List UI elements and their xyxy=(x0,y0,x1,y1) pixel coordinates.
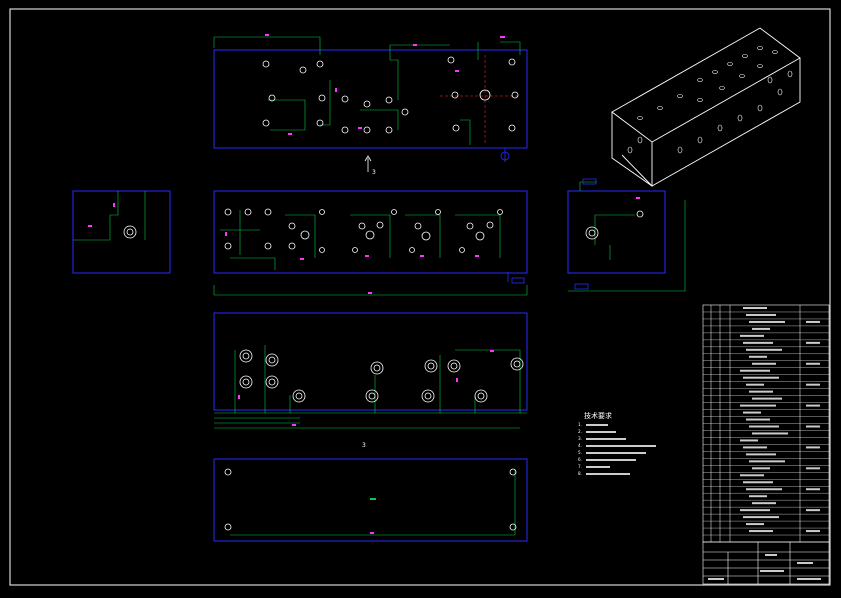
drawing-canvas: 3 3 技术要求 1. 2. 3. 4. 5. 6. 7. 8. xyxy=(9,8,831,586)
view-marker-bottom: 3 xyxy=(362,442,366,449)
parts-table-illegible-cell xyxy=(806,425,820,428)
view-marker-top: 3 xyxy=(372,169,376,176)
parts-table-illegible-cell xyxy=(746,523,764,526)
parts-table-illegible-cell xyxy=(740,509,770,512)
parts-table-illegible-cell xyxy=(749,320,785,323)
tech-note-line: 6. xyxy=(578,457,582,462)
view-middle-section xyxy=(213,190,528,296)
parts-table-illegible-cell xyxy=(743,411,761,414)
sheet-border xyxy=(9,8,831,586)
cad-drawing-sheet: 3 3 技术要求 1. 2. 3. 4. 5. 6. 7. 8. xyxy=(0,0,841,594)
tech-notes: 技术要求 1. 2. 3. 4. 5. 6. 7. 8. xyxy=(578,411,656,476)
view-top: 3 xyxy=(213,34,528,176)
tech-note-line: 7. xyxy=(578,464,582,469)
parts-table-illegible-cell xyxy=(749,495,767,498)
view-right-section xyxy=(567,178,686,292)
parts-table-illegible-cell xyxy=(743,376,779,379)
tech-note-line: 8. xyxy=(578,471,582,476)
parts-table-illegible-cell xyxy=(806,467,820,470)
tech-note-line: 4. xyxy=(578,443,582,448)
isometric-block xyxy=(611,27,801,187)
parts-table-illegible-cell xyxy=(740,369,770,372)
parts-table-illegible-cell xyxy=(746,453,776,456)
parts-table-illegible-cell xyxy=(746,348,782,351)
parts-list-table xyxy=(702,304,830,543)
parts-table-illegible-cell xyxy=(749,460,785,463)
parts-table-illegible-cell xyxy=(752,432,788,435)
view-left-section xyxy=(72,190,171,274)
parts-table-illegible-cell xyxy=(740,439,758,442)
parts-table-illegible-cell xyxy=(806,509,820,512)
parts-table-illegible-cell xyxy=(746,418,770,421)
parts-table-illegible-cell xyxy=(752,397,782,400)
parts-table-illegible-cell xyxy=(746,313,776,316)
tech-note-line: 5. xyxy=(578,450,582,455)
parts-table-illegible-cell xyxy=(746,383,764,386)
parts-table-illegible-cell xyxy=(743,341,773,344)
parts-table-illegible-cell xyxy=(806,341,820,344)
title-block xyxy=(702,541,830,585)
parts-table-illegible-cell xyxy=(806,383,820,386)
parts-table-illegible-cell xyxy=(806,488,820,491)
parts-table-illegible-cell xyxy=(752,467,770,470)
parts-table-illegible-cell xyxy=(743,516,779,519)
view-bottom xyxy=(213,458,528,542)
parts-table-illegible-cell xyxy=(749,530,773,533)
parts-table-illegible-cell xyxy=(806,446,820,449)
parts-table-illegible-cell xyxy=(752,362,776,365)
parts-table-illegible-cell xyxy=(749,425,779,428)
parts-table-illegible-cell xyxy=(806,320,820,323)
view-lower-section: 3 xyxy=(213,312,528,449)
parts-table-illegible-cell xyxy=(746,488,782,491)
parts-table-illegible-cell xyxy=(752,502,776,505)
parts-table-illegible-cell xyxy=(740,474,764,477)
parts-table-illegible-cell xyxy=(806,530,820,533)
parts-table-illegible-cell xyxy=(749,390,773,393)
parts-table-illegible-cell xyxy=(743,446,767,449)
parts-table-illegible-cell xyxy=(806,404,820,407)
tech-notes-title: 技术要求 xyxy=(584,411,612,420)
parts-table-illegible-cell xyxy=(740,334,764,337)
tech-note-line: 3. xyxy=(578,436,582,441)
tech-note-line: 1. xyxy=(578,422,582,427)
parts-table-illegible-cell xyxy=(806,362,820,365)
parts-table-illegible-cell xyxy=(752,327,770,330)
parts-table-illegible-cell xyxy=(740,404,776,407)
parts-table-illegible-cell xyxy=(743,307,767,309)
parts-table-illegible-cell xyxy=(749,355,767,358)
tech-note-line: 2. xyxy=(578,429,582,434)
parts-table-illegible-cell xyxy=(743,481,773,484)
